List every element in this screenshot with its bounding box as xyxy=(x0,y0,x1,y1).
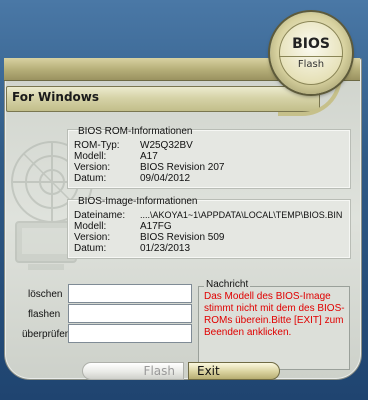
bios-logo-subtitle: Flash xyxy=(279,56,343,70)
image-info-group xyxy=(68,200,350,258)
rom-model-value: A17 xyxy=(140,151,158,162)
rom-info-title: BIOS ROM-Informationen xyxy=(78,126,193,137)
erase-label: löschen xyxy=(28,289,63,300)
erase-progress-field xyxy=(68,284,192,303)
message-title: Nachricht xyxy=(204,279,251,290)
flash-button[interactable]: Flash xyxy=(82,362,184,380)
page-title: For Windows xyxy=(12,90,100,104)
rom-type-value: W25Q32BV xyxy=(140,140,193,151)
rom-type-label: ROM-Typ: xyxy=(74,140,120,151)
bios-logo-title: BIOS xyxy=(292,36,330,52)
rom-version-label: Version: xyxy=(74,162,111,173)
image-filename-value: ....\AKOYA1~1\APPDATA\LOCAL\TEMP\BIOS.BI… xyxy=(140,210,343,220)
rom-info-group xyxy=(68,130,350,188)
flash-progress-field xyxy=(68,304,192,323)
rom-model-label: Modell: xyxy=(74,151,107,162)
image-model-value: A17FG xyxy=(140,221,172,232)
bios-logo-inner xyxy=(279,21,343,85)
rom-version-value: BIOS Revision 207 xyxy=(140,162,225,173)
image-info-title: BIOS-Image-Informationen xyxy=(78,196,198,207)
verify-label: überprüfen xyxy=(22,329,71,340)
flash-label: flashen xyxy=(28,309,61,320)
rom-date-label: Datum: xyxy=(74,173,107,184)
image-filename-label: Dateiname: xyxy=(74,210,126,221)
exit-button[interactable]: Exit xyxy=(188,362,280,380)
image-model-label: Modell: xyxy=(74,221,107,232)
image-version-value: BIOS Revision 509 xyxy=(140,232,225,243)
message-text: Das Modell des BIOS-Image stimmt nicht m… xyxy=(204,291,345,338)
image-date-label: Datum: xyxy=(74,243,107,254)
verify-progress-field xyxy=(68,324,192,343)
image-version-label: Version: xyxy=(74,232,111,243)
rom-date-value: 09/04/2012 xyxy=(140,173,191,184)
image-date-value: 01/23/2013 xyxy=(140,243,191,254)
